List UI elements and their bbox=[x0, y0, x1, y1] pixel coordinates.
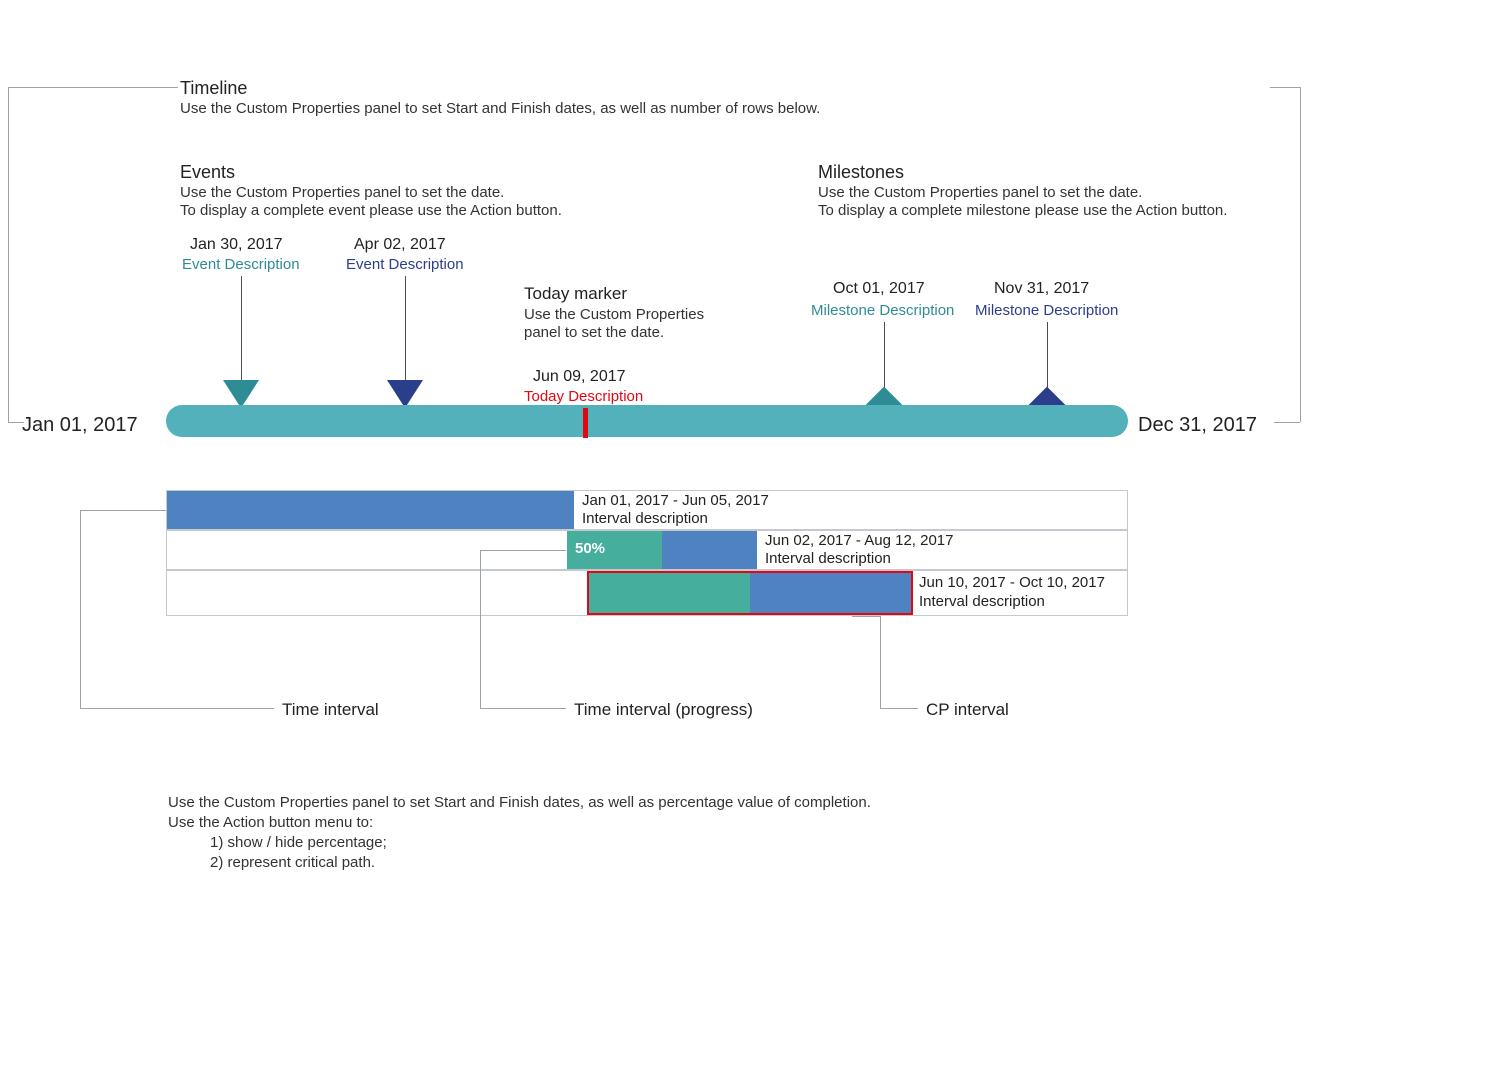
connector bbox=[80, 510, 166, 511]
callout-cp-interval: CP interval bbox=[926, 700, 1009, 720]
connector bbox=[8, 87, 9, 422]
event-marker-icon bbox=[223, 380, 259, 408]
section-desc-today-2: panel to set the date. bbox=[524, 324, 664, 341]
interval-row-2[interactable]: 50% Jun 02, 2017 - Aug 12, 2017 Interval… bbox=[166, 530, 1128, 570]
callout-time-interval: Time interval bbox=[282, 700, 379, 720]
footer-line-2: Use the Action button menu to: bbox=[168, 814, 373, 831]
event-marker-icon bbox=[387, 380, 423, 408]
interval-bar bbox=[167, 491, 574, 529]
event-1-label[interactable]: Event Description bbox=[182, 256, 300, 273]
connector bbox=[1274, 422, 1300, 423]
section-desc-timeline: Use the Custom Properties panel to set S… bbox=[180, 100, 820, 117]
footer-line-4: 2) represent critical path. bbox=[210, 854, 375, 871]
event-2-date: Apr 02, 2017 bbox=[354, 236, 446, 254]
milestone-2-date: Nov 31, 2017 bbox=[994, 280, 1089, 298]
section-title-milestones: Milestones bbox=[818, 162, 904, 183]
connector bbox=[884, 322, 885, 392]
section-title-today: Today marker bbox=[524, 284, 627, 304]
range-start-label: Jan 01, 2017 bbox=[22, 414, 138, 437]
connector bbox=[880, 708, 918, 709]
interval-progress-bar bbox=[589, 571, 750, 615]
interval-1-desc: Interval description bbox=[582, 510, 708, 527]
milestone-2-label[interactable]: Milestone Description bbox=[975, 302, 1118, 319]
interval-3-range: Jun 10, 2017 - Oct 10, 2017 bbox=[919, 574, 1105, 591]
connector bbox=[8, 87, 178, 88]
range-end-label: Dec 31, 2017 bbox=[1138, 414, 1257, 437]
event-1-date: Jan 30, 2017 bbox=[190, 236, 283, 254]
section-title-events: Events bbox=[180, 162, 235, 183]
connector bbox=[1047, 322, 1048, 392]
connector bbox=[480, 708, 566, 709]
connector bbox=[405, 276, 406, 380]
today-label[interactable]: Today Description bbox=[524, 388, 643, 405]
today-marker-icon[interactable] bbox=[583, 408, 588, 438]
connector bbox=[852, 616, 880, 617]
event-2-label[interactable]: Event Description bbox=[346, 256, 464, 273]
section-title-timeline: Timeline bbox=[180, 78, 247, 99]
interval-2-desc: Interval description bbox=[765, 550, 891, 567]
interval-2-range: Jun 02, 2017 - Aug 12, 2017 bbox=[765, 532, 954, 549]
connector bbox=[480, 550, 566, 551]
milestone-1-label[interactable]: Milestone Description bbox=[811, 302, 954, 319]
section-desc-milestones-2: To display a complete milestone please u… bbox=[818, 202, 1227, 219]
today-date: Jun 09, 2017 bbox=[533, 368, 626, 386]
callout-progress-interval: Time interval (progress) bbox=[574, 700, 753, 720]
timeline-bar[interactable] bbox=[166, 405, 1128, 437]
interval-3-desc: Interval description bbox=[919, 593, 1045, 610]
connector bbox=[1300, 87, 1301, 422]
connector bbox=[80, 708, 274, 709]
interval-row-1[interactable]: Jan 01, 2017 - Jun 05, 2017 Interval des… bbox=[166, 490, 1128, 530]
diagram-stage: Timeline Use the Custom Properties panel… bbox=[0, 0, 1500, 1065]
connector bbox=[241, 276, 242, 380]
interval-row-3[interactable]: Jun 10, 2017 - Oct 10, 2017 Interval des… bbox=[166, 570, 1128, 616]
footer-line-1: Use the Custom Properties panel to set S… bbox=[168, 794, 871, 811]
interval-1-range: Jan 01, 2017 - Jun 05, 2017 bbox=[582, 492, 769, 509]
footer-line-3: 1) show / hide percentage; bbox=[210, 834, 387, 851]
connector bbox=[1270, 87, 1300, 88]
section-desc-events-1: Use the Custom Properties panel to set t… bbox=[180, 184, 504, 201]
connector bbox=[80, 510, 81, 708]
milestone-1-date: Oct 01, 2017 bbox=[833, 280, 925, 298]
connector bbox=[480, 550, 481, 708]
connector bbox=[880, 616, 881, 708]
interval-2-progress: 50% bbox=[575, 540, 605, 557]
section-desc-events-2: To display a complete event please use t… bbox=[180, 202, 562, 219]
section-desc-milestones-1: Use the Custom Properties panel to set t… bbox=[818, 184, 1142, 201]
section-desc-today-1: Use the Custom Properties bbox=[524, 306, 704, 323]
